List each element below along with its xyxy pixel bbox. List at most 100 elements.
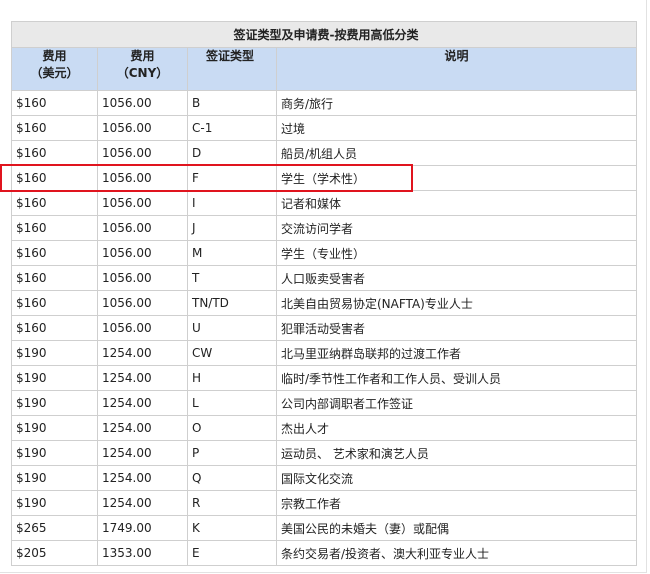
- visa-type-cell: C-1: [187, 115, 277, 141]
- description-cell: 宗教工作者: [275, 490, 638, 516]
- table-row: $265 1749.00 K 美国公民的未婚夫（妻）或配偶: [11, 515, 638, 541]
- fee-cny-cell: 1056.00: [97, 265, 188, 291]
- visa-type-cell: M: [187, 240, 277, 266]
- header-notes: 说明: [275, 47, 638, 91]
- header-usd-line2: （美元）: [30, 66, 79, 80]
- header-cny-line2: （CNY）: [116, 66, 169, 80]
- description-cell: 条约交易者/投资者、澳大利亚专业人士: [275, 540, 638, 566]
- description-cell: 交流访问学者: [275, 215, 638, 241]
- fee-usd-cell: $160: [11, 315, 98, 341]
- fee-usd-cell: $160: [11, 90, 98, 116]
- fee-cny-cell: 1254.00: [97, 490, 188, 516]
- visa-fee-table: 签证类型及申请费-按费用高低分类 费用 （美元） 费用 （CNY） 签证类型 说…: [10, 21, 638, 566]
- visa-type-cell: O: [187, 415, 277, 441]
- visa-type-cell: TN/TD: [187, 290, 277, 316]
- visa-type-cell: E: [187, 540, 277, 566]
- fee-cny-cell: 1056.00: [97, 165, 188, 191]
- fee-usd-cell: $190: [11, 440, 98, 466]
- fee-usd-cell: $160: [11, 140, 98, 166]
- visa-type-cell: P: [187, 440, 277, 466]
- visa-type-cell: F: [187, 165, 277, 191]
- description-cell: 北马里亚纳群岛联邦的过渡工作者: [275, 340, 638, 366]
- description-cell: 商务/旅行: [275, 90, 638, 116]
- description-cell: 船员/机组人员: [275, 140, 638, 166]
- fee-cny-cell: 1056.00: [97, 190, 188, 216]
- description-cell: 学生（专业性）: [275, 240, 638, 266]
- table-row: $190 1254.00 P 运动员、 艺术家和演艺人员: [11, 440, 638, 466]
- table-row: $190 1254.00 CW 北马里亚纳群岛联邦的过渡工作者: [11, 340, 638, 366]
- visa-type-cell: D: [187, 140, 277, 166]
- fee-usd-cell: $160: [11, 165, 98, 191]
- table-row: $160 1056.00 D 船员/机组人员: [11, 140, 638, 166]
- fee-cny-cell: 1254.00: [97, 365, 188, 391]
- table-row: $190 1254.00 Q 国际文化交流: [11, 465, 638, 491]
- fee-cny-cell: 1749.00: [97, 515, 188, 541]
- visa-type-cell: CW: [187, 340, 277, 366]
- fee-cny-cell: 1056.00: [97, 215, 188, 241]
- fee-usd-cell: $265: [11, 515, 98, 541]
- description-cell: 记者和媒体: [275, 190, 638, 216]
- table-header-row: 费用 （美元） 费用 （CNY） 签证类型 说明: [11, 47, 638, 91]
- visa-type-cell: T: [187, 265, 277, 291]
- table-caption: 签证类型及申请费-按费用高低分类: [10, 21, 638, 48]
- table-row: $190 1254.00 L 公司内部调职者工作签证: [11, 390, 638, 416]
- description-cell: 犯罪活动受害者: [275, 315, 638, 341]
- fee-usd-cell: $190: [11, 465, 98, 491]
- table-row: $160 1056.00 I 记者和媒体: [11, 190, 638, 216]
- table-row: $160 1056.00 T 人口贩卖受害者: [11, 265, 638, 291]
- fee-usd-cell: $190: [11, 415, 98, 441]
- table-row: $190 1254.00 O 杰出人才: [11, 415, 638, 441]
- header-usd: 费用 （美元）: [11, 47, 98, 91]
- table-row: $160 1056.00 B 商务/旅行: [11, 90, 638, 116]
- description-cell: 公司内部调职者工作签证: [275, 390, 638, 416]
- header-usd-line1: 费用: [42, 49, 67, 63]
- fee-usd-cell: $160: [11, 290, 98, 316]
- visa-type-cell: Q: [187, 465, 277, 491]
- fee-cny-cell: 1254.00: [97, 465, 188, 491]
- fee-cny-cell: 1254.00: [97, 390, 188, 416]
- description-cell: 临时/季节性工作者和工作人员、受训人员: [275, 365, 638, 391]
- visa-type-cell: K: [187, 515, 277, 541]
- visa-type-cell: U: [187, 315, 277, 341]
- fee-usd-cell: $160: [11, 265, 98, 291]
- fee-cny-cell: 1056.00: [97, 140, 188, 166]
- header-cny: 费用 （CNY）: [97, 47, 188, 91]
- fee-cny-cell: 1056.00: [97, 315, 188, 341]
- table-row: $205 1353.00 E 条约交易者/投资者、澳大利亚专业人士: [11, 540, 638, 566]
- table-row: $190 1254.00 H 临时/季节性工作者和工作人员、受训人员: [11, 365, 638, 391]
- fee-usd-cell: $190: [11, 340, 98, 366]
- visa-type-cell: B: [187, 90, 277, 116]
- fee-cny-cell: 1254.00: [97, 440, 188, 466]
- fee-cny-cell: 1056.00: [97, 115, 188, 141]
- fee-cny-cell: 1254.00: [97, 340, 188, 366]
- description-cell: 运动员、 艺术家和演艺人员: [275, 440, 638, 466]
- fee-cny-cell: 1353.00: [97, 540, 188, 566]
- header-visa-type: 签证类型: [187, 47, 277, 91]
- table-row: $160 1056.00 F 学生（学术性）: [11, 165, 638, 191]
- header-cny-line1: 费用: [130, 49, 155, 63]
- visa-type-cell: H: [187, 365, 277, 391]
- visa-type-cell: J: [187, 215, 277, 241]
- fee-cny-cell: 1056.00: [97, 240, 188, 266]
- fee-usd-cell: $160: [11, 240, 98, 266]
- fee-cny-cell: 1254.00: [97, 415, 188, 441]
- description-cell: 学生（学术性）: [275, 165, 638, 191]
- description-cell: 国际文化交流: [275, 465, 638, 491]
- visa-type-cell: R: [187, 490, 277, 516]
- table-row: $160 1056.00 C-1 过境: [11, 115, 638, 141]
- table-row: $160 1056.00 M 学生（专业性）: [11, 240, 638, 266]
- fee-usd-cell: $160: [11, 215, 98, 241]
- table-row: $160 1056.00 U 犯罪活动受害者: [11, 315, 638, 341]
- fee-usd-cell: $190: [11, 390, 98, 416]
- fee-usd-cell: $205: [11, 540, 98, 566]
- description-cell: 过境: [275, 115, 638, 141]
- visa-type-cell: L: [187, 390, 277, 416]
- description-cell: 北美自由贸易协定(NAFTA)专业人士: [275, 290, 638, 316]
- fee-usd-cell: $160: [11, 115, 98, 141]
- visa-type-cell: I: [187, 190, 277, 216]
- table-row: $160 1056.00 J 交流访问学者: [11, 215, 638, 241]
- fee-usd-cell: $190: [11, 490, 98, 516]
- table-caption-row: 签证类型及申请费-按费用高低分类: [10, 21, 638, 48]
- table-row: $190 1254.00 R 宗教工作者: [11, 490, 638, 516]
- fee-cny-cell: 1056.00: [97, 290, 188, 316]
